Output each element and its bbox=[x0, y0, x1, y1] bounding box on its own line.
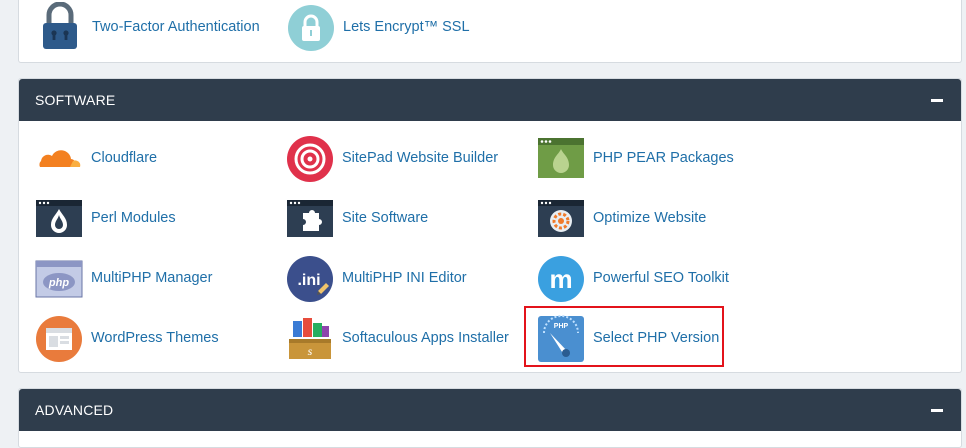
item-label: WordPress Themes bbox=[91, 330, 219, 346]
item-label: MultiPHP Manager bbox=[91, 270, 213, 286]
ini-editor-icon: .ini bbox=[285, 253, 335, 303]
wordpress-themes-icon bbox=[34, 313, 84, 363]
item-label: Softaculous Apps Installer bbox=[342, 330, 509, 346]
panel-title: SOFTWARE bbox=[35, 92, 116, 108]
item-perl-modules[interactable]: Perl Modules bbox=[34, 192, 176, 244]
security-panel: Two-Factor Authentication Lets Encrypt™ … bbox=[18, 0, 962, 63]
optimize-icon bbox=[536, 193, 586, 243]
item-multiphp-ini-editor[interactable]: .ini MultiPHP INI Editor bbox=[285, 252, 467, 304]
item-label: Powerful SEO Toolkit bbox=[593, 270, 729, 286]
item-multiphp-manager[interactable]: php MultiPHP Manager bbox=[34, 252, 212, 304]
svg-text:s: s bbox=[308, 344, 313, 358]
item-label: MultiPHP INI Editor bbox=[342, 270, 467, 286]
item-softaculous-apps-installer[interactable]: s Softaculous Apps Installer bbox=[285, 312, 509, 364]
software-panel-header[interactable]: SOFTWARE bbox=[19, 79, 961, 121]
highlight-box bbox=[524, 306, 724, 367]
php-pear-icon bbox=[536, 133, 586, 183]
advanced-panel-header[interactable]: ADVANCED bbox=[19, 389, 961, 431]
padlock-icon bbox=[35, 2, 85, 52]
item-cloudflare[interactable]: Cloudflare bbox=[34, 132, 157, 184]
cloudflare-icon bbox=[34, 133, 84, 183]
item-label: Two-Factor Authentication bbox=[92, 19, 260, 35]
svg-text:.ini: .ini bbox=[297, 272, 320, 289]
item-optimize-website[interactable]: Optimize Website bbox=[536, 192, 706, 244]
item-label: Perl Modules bbox=[91, 210, 176, 226]
item-label: SitePad Website Builder bbox=[342, 150, 499, 166]
multiphp-manager-icon: php bbox=[34, 253, 84, 303]
advanced-panel: ADVANCED bbox=[18, 388, 962, 448]
item-two-factor-authentication[interactable]: Two-Factor Authentication bbox=[35, 1, 260, 53]
ssl-lock-icon bbox=[286, 2, 336, 52]
software-panel: SOFTWARE Cloudflare SitePad Website Buil… bbox=[18, 78, 962, 373]
item-php-pear-packages[interactable]: PHP PEAR Packages bbox=[536, 132, 734, 184]
collapse-icon[interactable] bbox=[931, 98, 943, 102]
site-software-icon bbox=[285, 193, 335, 243]
perl-icon bbox=[34, 193, 84, 243]
item-site-software[interactable]: Site Software bbox=[285, 192, 428, 244]
collapse-icon[interactable] bbox=[931, 408, 943, 412]
sitepad-icon bbox=[285, 133, 335, 183]
item-label: Lets Encrypt™ SSL bbox=[343, 19, 470, 35]
item-wordpress-themes[interactable]: WordPress Themes bbox=[34, 312, 219, 364]
svg-text:php: php bbox=[48, 277, 69, 289]
panel-title: ADVANCED bbox=[35, 402, 114, 418]
item-powerful-seo-toolkit[interactable]: m Powerful SEO Toolkit bbox=[536, 252, 729, 304]
item-lets-encrypt-ssl[interactable]: Lets Encrypt™ SSL bbox=[286, 1, 470, 53]
item-sitepad-website-builder[interactable]: SitePad Website Builder bbox=[285, 132, 498, 184]
svg-text:m: m bbox=[549, 264, 572, 294]
item-label: Optimize Website bbox=[593, 210, 707, 226]
softaculous-icon: s bbox=[285, 313, 335, 363]
item-label: Cloudflare bbox=[91, 150, 158, 166]
seo-toolkit-icon: m bbox=[536, 253, 586, 303]
item-label: PHP PEAR Packages bbox=[593, 150, 734, 166]
item-label: Site Software bbox=[342, 210, 429, 226]
